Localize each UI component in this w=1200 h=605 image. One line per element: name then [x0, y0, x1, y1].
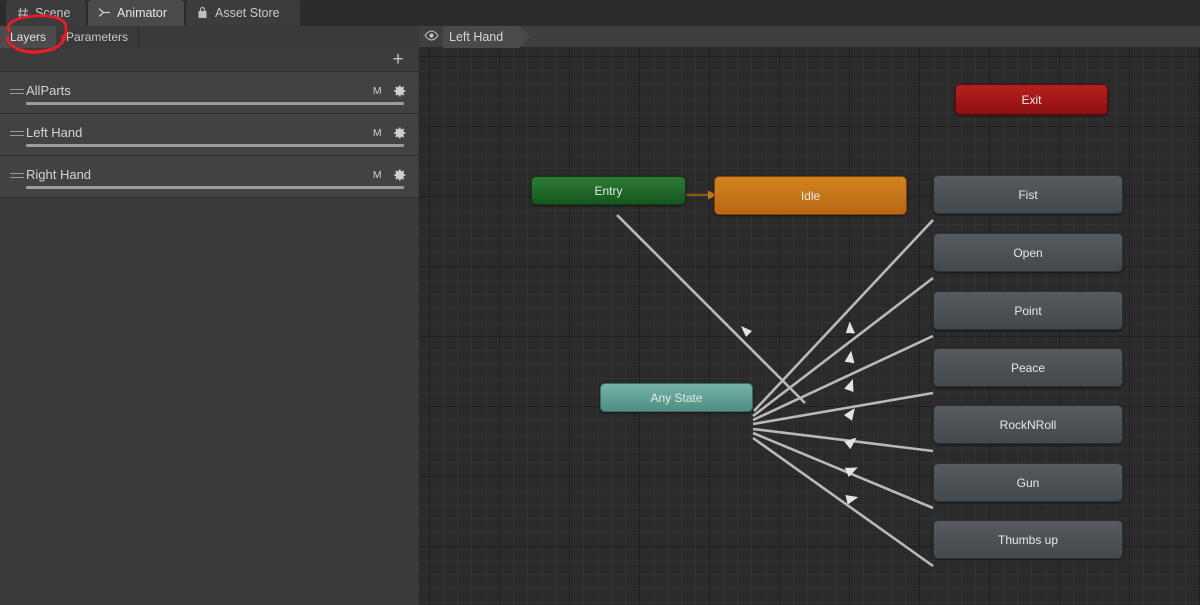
grid-icon: [16, 7, 29, 20]
layer-mask-label: M: [372, 85, 382, 97]
layer-row[interactable]: AllParts M: [0, 72, 418, 114]
node-entry[interactable]: Entry: [531, 176, 686, 205]
layer-mask-label: M: [372, 169, 382, 181]
transition-anystate-to-fist[interactable]: [753, 219, 934, 412]
subtab-layers-label: Layers: [10, 30, 47, 44]
drag-handle-icon[interactable]: [10, 173, 24, 180]
gear-icon[interactable]: [393, 84, 407, 98]
breadcrumb-item-left-hand[interactable]: Left Hand: [443, 26, 531, 48]
eye-icon[interactable]: [419, 30, 443, 44]
node-peace-label: Peace: [1010, 360, 1046, 375]
layer-name: Right Hand: [26, 167, 92, 182]
drag-handle-icon[interactable]: [10, 131, 24, 138]
node-rocknroll-label: RockNRoll: [999, 417, 1057, 432]
layer-name: AllParts: [26, 83, 71, 98]
layer-row[interactable]: Right Hand M: [0, 156, 418, 198]
tab-scene[interactable]: Scene: [6, 0, 86, 26]
animator-graph-panel: Left Hand Entry Exit Idle Any State Fist…: [419, 26, 1200, 605]
layers-toolbar: +: [0, 48, 418, 72]
animator-icon: [98, 7, 111, 20]
layer-weight-bar[interactable]: [26, 102, 404, 105]
node-gun-label: Gun: [1016, 475, 1040, 490]
transition-anystate-to-idle[interactable]: [616, 214, 806, 404]
node-open[interactable]: Open: [933, 233, 1123, 272]
layers-panel: Layers Parameters + AllParts M Left Hand…: [0, 26, 418, 605]
node-thumbs-up-label: Thumbs up: [997, 532, 1059, 547]
gear-icon[interactable]: [393, 126, 407, 140]
transition-entry-to-idle[interactable]: [686, 190, 717, 200]
tab-animator[interactable]: Animator: [88, 0, 184, 26]
tab-asset-store-label: Asset Store: [215, 6, 280, 20]
tab-animator-label: Animator: [117, 6, 168, 20]
add-layer-button[interactable]: +: [388, 50, 408, 70]
subtab-filler: [138, 26, 418, 48]
node-gun[interactable]: Gun: [933, 463, 1123, 502]
layers-parameters-subtabs: Layers Parameters: [0, 26, 418, 48]
window-tab-bar: Scene Animator Asset Store: [0, 0, 1200, 26]
node-peace[interactable]: Peace: [933, 348, 1123, 387]
node-any-state-label: Any State: [650, 390, 703, 405]
node-entry-label: Entry: [594, 183, 623, 198]
layer-list: AllParts M Left Hand M Right Hand M: [0, 72, 418, 198]
transition-anystate-to-rocknroll[interactable]: [752, 427, 934, 453]
tab-asset-store[interactable]: Asset Store: [186, 0, 300, 26]
breadcrumb: Left Hand: [419, 26, 1200, 48]
layer-name: Left Hand: [26, 125, 83, 140]
subtab-layers[interactable]: Layers: [0, 26, 57, 48]
transition-anystate-to-open[interactable]: [752, 276, 934, 418]
layer-mask-label: M: [372, 127, 382, 139]
node-point[interactable]: Point: [933, 291, 1123, 330]
node-point-label: Point: [1014, 303, 1042, 318]
subtab-parameters[interactable]: Parameters: [56, 26, 139, 48]
node-exit[interactable]: Exit: [955, 84, 1108, 115]
transition-anystate-to-thumbsup[interactable]: [752, 436, 934, 568]
gear-icon[interactable]: [393, 168, 407, 182]
state-machine-canvas[interactable]: Entry Exit Idle Any State Fist Open Poin…: [419, 48, 1200, 605]
node-rocknroll[interactable]: RockNRoll: [933, 405, 1123, 444]
layer-row[interactable]: Left Hand M: [0, 114, 418, 156]
node-thumbs-up[interactable]: Thumbs up: [933, 520, 1123, 559]
node-any-state[interactable]: Any State: [600, 383, 753, 412]
node-exit-label: Exit: [1021, 92, 1042, 107]
drag-handle-icon[interactable]: [10, 89, 24, 96]
bag-icon: [196, 6, 209, 20]
breadcrumb-label: Left Hand: [449, 29, 504, 44]
node-fist-label: Fist: [1018, 187, 1038, 202]
node-fist[interactable]: Fist: [933, 175, 1123, 214]
animator-window: Scene Animator Asset Store Layers Parame…: [0, 0, 1200, 605]
node-open-label: Open: [1013, 245, 1043, 260]
tab-scene-label: Scene: [35, 6, 71, 20]
subtab-parameters-label: Parameters: [66, 30, 129, 44]
transition-anystate-to-gun[interactable]: [752, 431, 934, 510]
layer-weight-bar[interactable]: [26, 144, 404, 147]
node-idle-label: Idle: [800, 188, 821, 203]
node-idle[interactable]: Idle: [714, 176, 907, 215]
layer-weight-bar[interactable]: [26, 186, 404, 189]
